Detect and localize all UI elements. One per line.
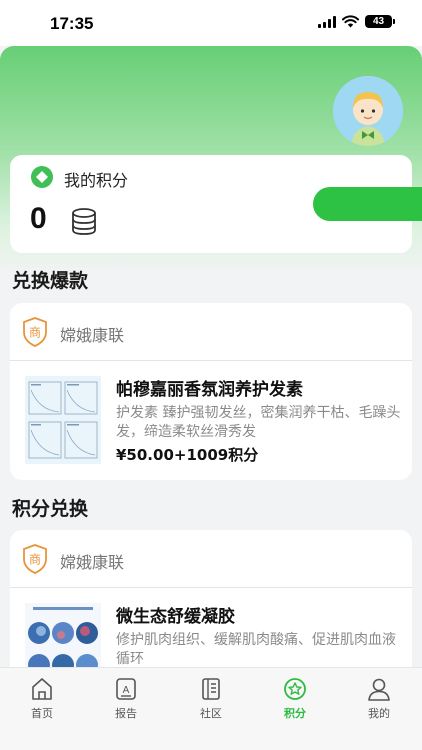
tab-community[interactable]: 社区 [179,676,243,721]
home-icon [32,678,52,700]
avatar[interactable] [333,76,403,146]
coins-icon [72,208,96,235]
points-title: 我的积分 [64,171,129,190]
svg-text:商: 商 [29,325,41,340]
product-description: 修护肌肉组织、缓解肌肉酸痛、促进肌肉血液循环 [116,632,396,667]
battery-icon: 43 [365,15,395,28]
product-name: 微生态舒缓凝胶 [116,607,235,627]
product-thumbnail [25,376,101,464]
tab-label-report: 报告 [115,707,137,720]
tab-label-home: 首页 [31,707,53,720]
product-price: ¥50.00+1009积分 [116,446,259,464]
shop-name: 嫦娥康联 [60,553,125,572]
community-icon [202,678,220,700]
points-diamond-icon [31,166,53,188]
points-value: 0 [30,202,47,235]
product-description: 护发素 臻护强韧发丝，密集润养干枯、毛躁头发，缔造柔软丝滑秀发 [116,405,401,440]
status-icons: 43 [318,15,395,28]
report-icon: A [116,678,136,700]
shop-name: 嫦娥康联 [60,326,125,345]
section-title-points-exchange: 积分兑换 [12,498,89,520]
product-row[interactable]: 帕穆嘉丽香氛润养护发素 护发素 臻护强韧发丝，密集润养干枯、毛躁头发，缔造柔软丝… [10,361,412,479]
bottom-tab-bar: 首页 A 报告 社区 积分 我的 [0,667,422,750]
cellular-signal-icon [318,15,336,28]
svg-text:A: A [123,685,130,696]
section-title-hot-exchange: 兑换爆款 [12,270,89,292]
shop-badge-icon: 商 [23,317,47,347]
tab-report[interactable]: A 报告 [94,676,158,721]
shop-row[interactable]: 商 嫦娥康联 [10,530,412,588]
product-card[interactable]: 商 嫦娥康联 微生态舒缓凝胶 修护肌肉组织、缓解肌肉酸痛、促进肌肉血液循环 [10,530,412,690]
shop-row[interactable]: 商 嫦娥康联 [10,303,412,361]
points-action-button[interactable] [313,187,422,221]
points-screen: 17:35 43 我的积分 0 兑换爆款 商 嫦娥康联 帕穆嘉丽香氛润养护发素 … [0,0,422,750]
wifi-icon [342,15,359,28]
tab-label-points: 积分 [284,707,306,720]
shop-badge-icon: 商 [23,544,47,574]
profile-icon [368,678,390,701]
status-bar: 17:35 43 [0,0,422,46]
tab-points[interactable]: 积分 [263,676,327,721]
tab-label-profile: 我的 [368,707,390,720]
product-name: 帕穆嘉丽香氛润养护发素 [116,380,303,400]
svg-text:商: 商 [29,552,41,567]
tab-label-community: 社区 [200,707,222,720]
product-card[interactable]: 商 嫦娥康联 帕穆嘉丽香氛润养护发素 护发素 臻护强韧发丝，密集润养干枯、毛躁头… [10,303,412,480]
tab-home[interactable]: 首页 [10,676,74,721]
tab-profile[interactable]: 我的 [347,676,411,721]
points-star-icon [284,678,306,700]
avatar-image [333,76,403,146]
status-time: 17:35 [50,14,94,33]
